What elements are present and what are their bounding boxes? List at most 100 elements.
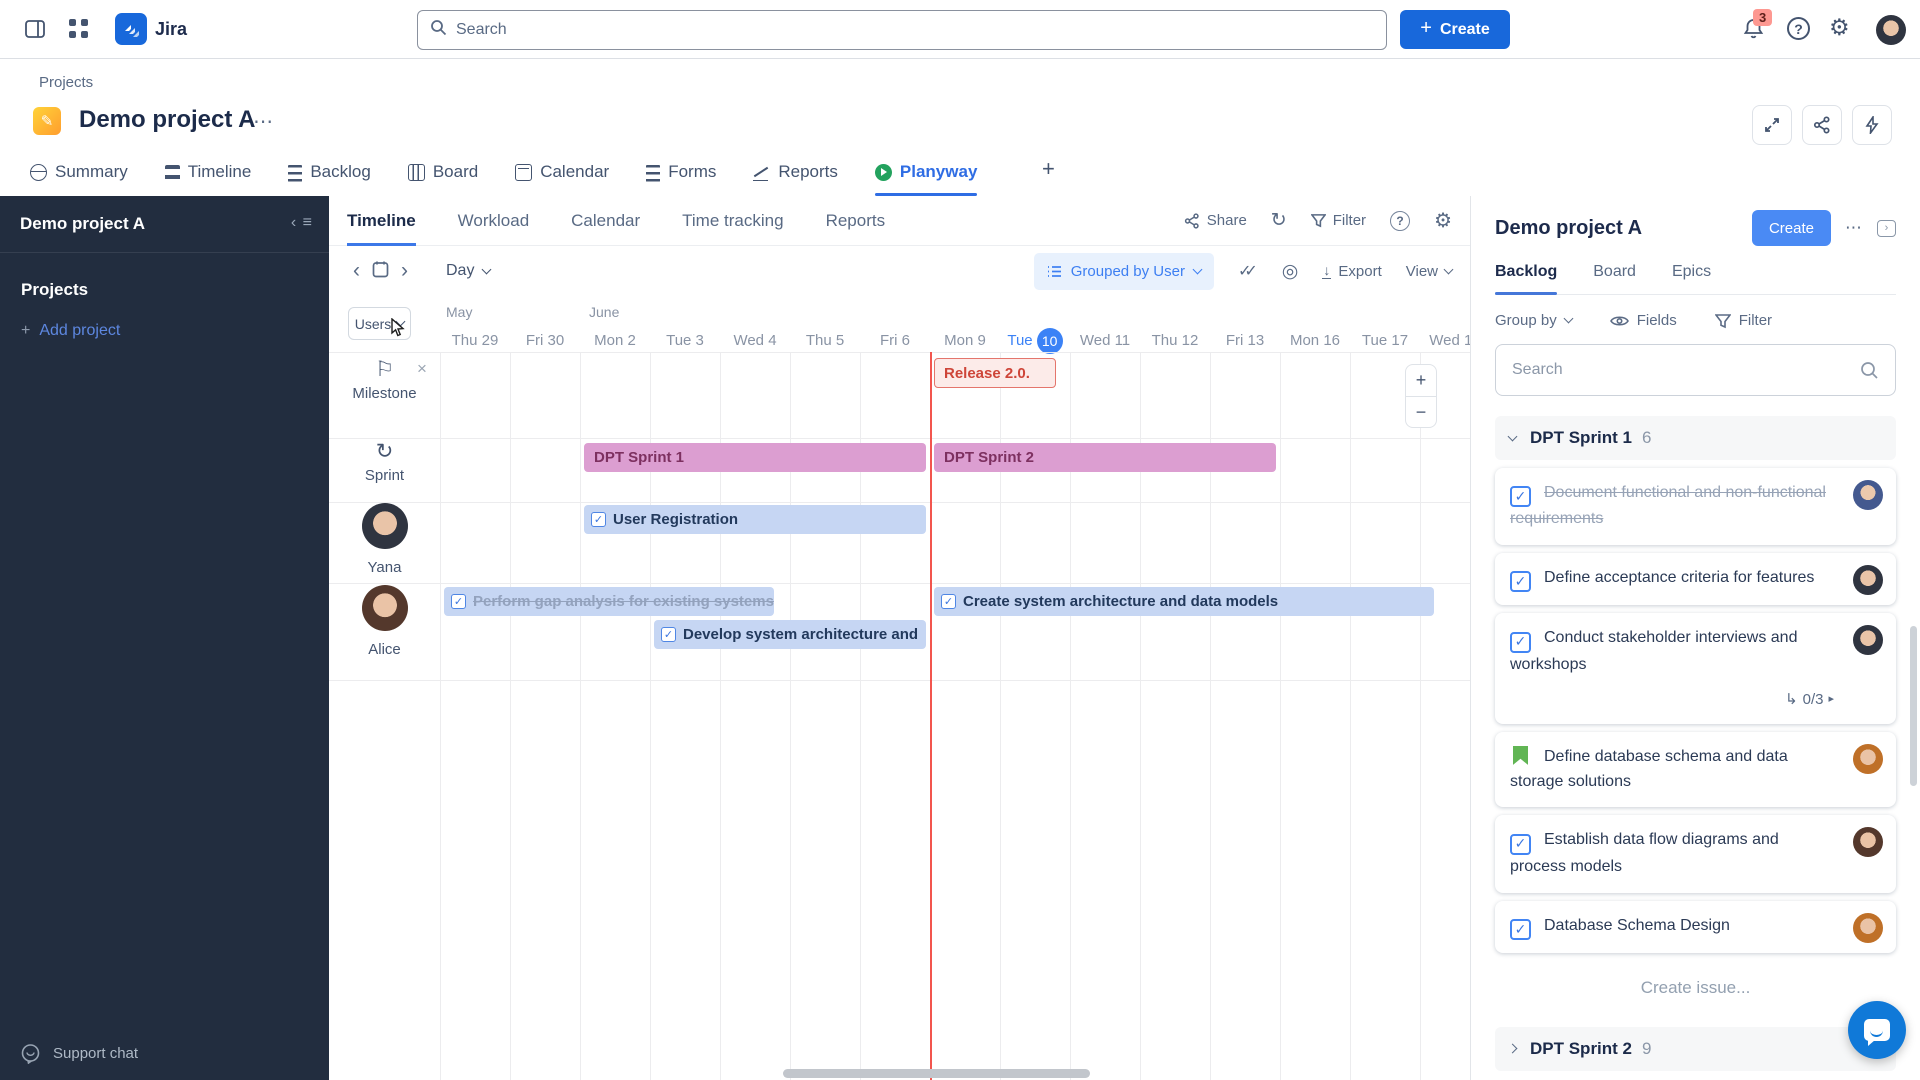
project-more-icon[interactable]: ⋯ xyxy=(253,109,275,134)
day-label[interactable]: Tue10 xyxy=(1000,327,1070,354)
fullscreen-button[interactable] xyxy=(1752,105,1792,145)
subtask-indicator[interactable]: ↳ 0/3 ▸ xyxy=(1510,688,1834,711)
project-tab[interactable]: Backlog xyxy=(288,162,370,196)
assignee-avatar[interactable] xyxy=(1853,480,1883,510)
backlog-search-input[interactable] xyxy=(1512,361,1860,379)
panel-filter-button[interactable]: Filter xyxy=(1715,312,1772,329)
day-label[interactable]: Thu 12 xyxy=(1140,327,1210,354)
task-checkbox[interactable]: ✓ xyxy=(591,512,606,527)
done-tasks-toggle-icon[interactable]: ✓✓ xyxy=(1238,261,1258,281)
timeline-bar[interactable]: ✓ User Registration xyxy=(584,505,926,534)
global-search-input[interactable] xyxy=(456,21,1374,39)
panel-tab[interactable]: Board xyxy=(1593,263,1636,294)
planyway-tab[interactable]: Timeline xyxy=(347,196,416,246)
planyway-tab[interactable]: Time tracking xyxy=(682,196,783,246)
project-tab[interactable]: Planyway xyxy=(875,162,978,196)
project-tab[interactable]: Forms xyxy=(646,162,716,196)
issue-type-icon[interactable] xyxy=(1510,745,1531,766)
view-select[interactable]: View xyxy=(1406,263,1452,280)
timeline-bar[interactable]: ✓ DPT Sprint 2 xyxy=(934,443,1276,472)
add-project-button[interactable]: +Add project xyxy=(21,322,120,340)
refresh-icon[interactable]: ↻ xyxy=(1271,211,1287,230)
timeline-bar[interactable]: ✓ Perform gap analysis for existing syst… xyxy=(444,587,774,616)
day-label[interactable]: Tue 17 xyxy=(1350,327,1420,354)
timeline-row-label[interactable]: Alice xyxy=(329,585,440,658)
visibility-icon[interactable]: ◎ xyxy=(1282,260,1299,283)
day-label[interactable]: Mon 9 xyxy=(930,327,1000,354)
issue-type-icon[interactable] xyxy=(1510,632,1531,653)
panel-scrollbar[interactable] xyxy=(1910,626,1917,786)
day-label[interactable]: Mon 2 xyxy=(580,327,650,354)
day-label[interactable]: Mon 16 xyxy=(1280,327,1350,354)
zoom-level-select[interactable]: Day xyxy=(446,262,490,280)
issue-type-icon[interactable] xyxy=(1510,834,1531,855)
project-tab[interactable]: Summary xyxy=(30,162,128,196)
add-tab-button[interactable]: + xyxy=(1042,156,1055,196)
app-switcher-icon[interactable] xyxy=(68,18,89,44)
planyway-tab[interactable]: Calendar xyxy=(571,196,640,246)
help-icon[interactable]: ? xyxy=(1787,17,1810,40)
panel-create-button[interactable]: Create xyxy=(1752,210,1831,246)
task-checkbox[interactable]: ✓ xyxy=(451,594,466,609)
support-chat-button[interactable]: Support chat xyxy=(20,1043,138,1064)
create-issue-button[interactable]: Create issue... xyxy=(1495,978,1896,998)
breadcrumb[interactable]: Projects xyxy=(39,74,93,91)
day-label[interactable]: Fri 30 xyxy=(510,327,580,354)
user-avatar[interactable] xyxy=(1876,15,1906,45)
issue-type-icon[interactable] xyxy=(1510,919,1531,940)
day-label[interactable]: Fri 6 xyxy=(860,327,930,354)
jira-logo-icon[interactable] xyxy=(115,13,147,45)
timeline-bar[interactable]: ✓ Release 2.0. xyxy=(934,358,1056,388)
timeline-row-label[interactable]: Yana xyxy=(329,503,440,576)
sidebar-toggle-icon[interactable] xyxy=(24,18,46,45)
sprint-group-header-2[interactable]: DPT Sprint 2 9 xyxy=(1495,1027,1896,1071)
assignee-avatar[interactable] xyxy=(1853,744,1883,774)
task-checkbox[interactable]: ✓ xyxy=(661,627,676,642)
project-tab[interactable]: Calendar xyxy=(515,162,609,196)
share-button[interactable] xyxy=(1802,105,1842,145)
horizontal-scrollbar[interactable] xyxy=(783,1069,1090,1078)
next-period-icon[interactable]: › xyxy=(395,259,414,283)
day-label[interactable]: Thu 29 xyxy=(440,327,510,354)
timeline-bar[interactable]: ✓ Create system architecture and data mo… xyxy=(934,587,1434,616)
panel-more-icon[interactable]: ⋯ xyxy=(1845,218,1863,238)
issue-card[interactable]: Conduct stakeholder interviews and works… xyxy=(1495,613,1896,723)
planyway-tab[interactable]: Reports xyxy=(826,196,886,246)
prev-period-icon[interactable]: ‹ xyxy=(347,259,366,283)
day-label[interactable]: Fri 13 xyxy=(1210,327,1280,354)
day-label[interactable]: Wed 11 xyxy=(1070,327,1140,354)
backlog-search[interactable] xyxy=(1495,344,1896,396)
project-tab[interactable]: Reports xyxy=(753,162,838,196)
zoom-in-button[interactable]: + xyxy=(1406,365,1436,396)
issue-type-icon[interactable] xyxy=(1510,486,1531,507)
task-checkbox[interactable]: ✓ xyxy=(941,594,956,609)
global-search[interactable] xyxy=(417,10,1387,50)
filter-action[interactable]: Filter xyxy=(1311,212,1366,229)
grouped-by-select[interactable]: Grouped by User xyxy=(1034,253,1214,290)
assignee-avatar[interactable] xyxy=(1853,827,1883,857)
support-chat-fab[interactable] xyxy=(1848,1001,1906,1059)
day-label[interactable]: Tue 3 xyxy=(650,327,720,354)
assignee-avatar[interactable] xyxy=(1853,913,1883,943)
zoom-out-button[interactable]: − xyxy=(1406,396,1436,427)
create-button[interactable]: + Create xyxy=(1400,10,1510,49)
sidebar-section-projects[interactable]: Projects xyxy=(21,280,88,300)
issue-card[interactable]: Establish data flow diagrams and process… xyxy=(1495,815,1896,892)
fields-button[interactable]: Fields xyxy=(1610,312,1677,329)
assignee-avatar[interactable] xyxy=(1853,625,1883,655)
automation-lightning-button[interactable] xyxy=(1852,105,1892,145)
project-tab[interactable]: Board xyxy=(408,162,478,196)
panel-tab[interactable]: Epics xyxy=(1672,263,1711,294)
day-label[interactable]: Wed 18 xyxy=(1420,327,1470,354)
panel-collapse-icon[interactable]: › xyxy=(1877,220,1896,237)
day-label[interactable]: Wed 4 xyxy=(720,327,790,354)
panel-tab[interactable]: Backlog xyxy=(1495,263,1557,294)
timeline-row-label[interactable]: ↻ Sprint xyxy=(329,441,440,484)
planyway-settings-icon[interactable]: ⚙ xyxy=(1434,208,1452,233)
calendar-icon[interactable] xyxy=(366,260,395,283)
settings-gear-icon[interactable]: ⚙ xyxy=(1829,14,1850,41)
sprint-group-header[interactable]: DPT Sprint 1 6 xyxy=(1495,416,1896,460)
issue-type-icon[interactable] xyxy=(1510,571,1531,592)
milestone-row-close-icon[interactable]: × xyxy=(417,359,427,379)
day-label[interactable]: Thu 5 xyxy=(790,327,860,354)
